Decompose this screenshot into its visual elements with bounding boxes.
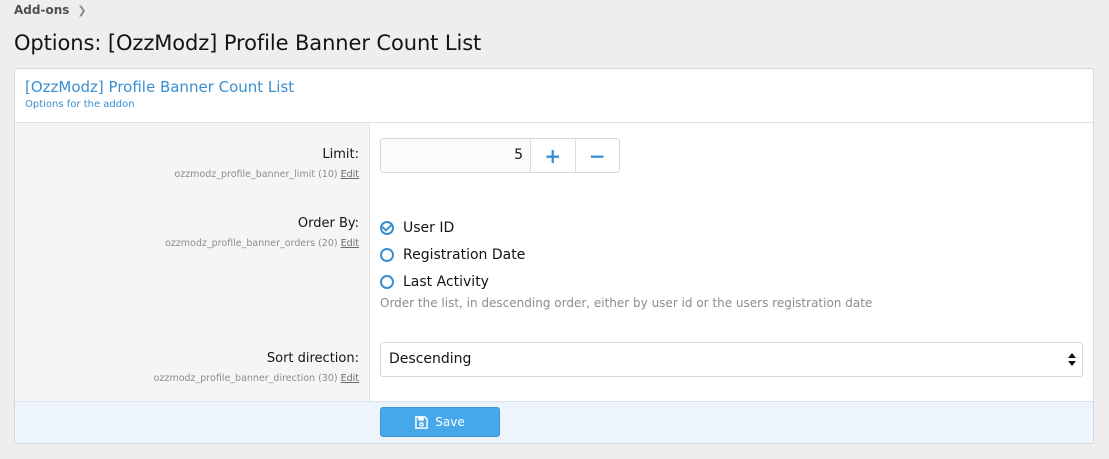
order-by-option-key: ozzmodz_profile_banner_orders (20) Edit: [165, 238, 359, 249]
limit-increment-button[interactable]: +: [531, 139, 575, 172]
order-by-label: Order By:: [297, 216, 359, 231]
breadcrumb: Add-ons ❯: [14, 3, 87, 17]
order-by-edit-link[interactable]: Edit: [341, 238, 359, 249]
radio-registration-date[interactable]: Registration Date: [380, 241, 525, 268]
sort-direction-edit-link[interactable]: Edit: [341, 373, 359, 384]
limit-stepper: 5 + −: [380, 138, 620, 173]
form-footer: Save: [15, 401, 1093, 443]
sort-direction-option-key: ozzmodz_profile_banner_direction (30) Edi…: [154, 373, 359, 384]
form-body: Limit: ozzmodz_profile_banner_limit (10)…: [15, 123, 1093, 403]
radio-last-activity-label[interactable]: Last Activity: [403, 274, 489, 290]
sort-direction-key-text: ozzmodz_profile_banner_direction (30): [153, 373, 338, 384]
order-by-key-text: ozzmodz_profile_banner_orders (20): [165, 238, 338, 249]
limit-input[interactable]: 5: [381, 139, 531, 172]
label-column: Limit: ozzmodz_profile_banner_limit (10)…: [15, 123, 370, 403]
floppy-disk-icon: [415, 415, 429, 429]
limit-label: Limit:: [322, 147, 359, 162]
limit-decrement-button[interactable]: −: [574, 139, 620, 172]
chevron-right-icon: ❯: [77, 3, 87, 17]
limit-key-text: ozzmodz_profile_banner_limit (10): [174, 169, 338, 180]
breadcrumb-item-addons[interactable]: Add-ons: [14, 3, 69, 17]
radio-user-id-label[interactable]: User ID: [403, 220, 454, 236]
select-arrows-icon: [1068, 353, 1076, 366]
limit-option-key: ozzmodz_profile_banner_limit (10) Edit: [174, 169, 359, 180]
sort-direction-label-block: Sort direction: ozzmodz_profile_banner_d…: [154, 351, 359, 384]
page-title: Options: [OzzModz] Profile Banner Count …: [14, 31, 482, 55]
panel-description: Options for the addon: [25, 99, 135, 110]
order-by-label-block: Order By: ozzmodz_profile_banner_orders …: [165, 216, 359, 249]
radio-user-id[interactable]: User ID: [380, 214, 525, 241]
radio-registration-date-label[interactable]: Registration Date: [403, 247, 525, 263]
sort-direction-selected: Descending: [389, 351, 472, 367]
save-button-label: Save: [435, 415, 465, 429]
sort-direction-select[interactable]: Descending: [380, 342, 1083, 377]
radio-unchecked-icon[interactable]: [380, 274, 394, 289]
options-panel: [OzzModz] Profile Banner Count List Opti…: [14, 68, 1094, 444]
limit-edit-link[interactable]: Edit: [341, 169, 359, 180]
order-by-radio-group: User ID Registration Date Last Activity: [380, 214, 525, 295]
radio-last-activity[interactable]: Last Activity: [380, 268, 525, 295]
radio-checked-icon[interactable]: [380, 220, 394, 235]
radio-unchecked-icon[interactable]: [380, 247, 394, 262]
limit-label-block: Limit: ozzmodz_profile_banner_limit (10)…: [174, 147, 359, 180]
panel-title: [OzzModz] Profile Banner Count List: [25, 78, 295, 96]
save-button[interactable]: Save: [380, 407, 500, 437]
sort-direction-label: Sort direction:: [266, 351, 359, 366]
order-by-explain: Order the list, in descending order, eit…: [380, 296, 873, 310]
panel-header: [OzzModz] Profile Banner Count List Opti…: [15, 69, 1093, 123]
